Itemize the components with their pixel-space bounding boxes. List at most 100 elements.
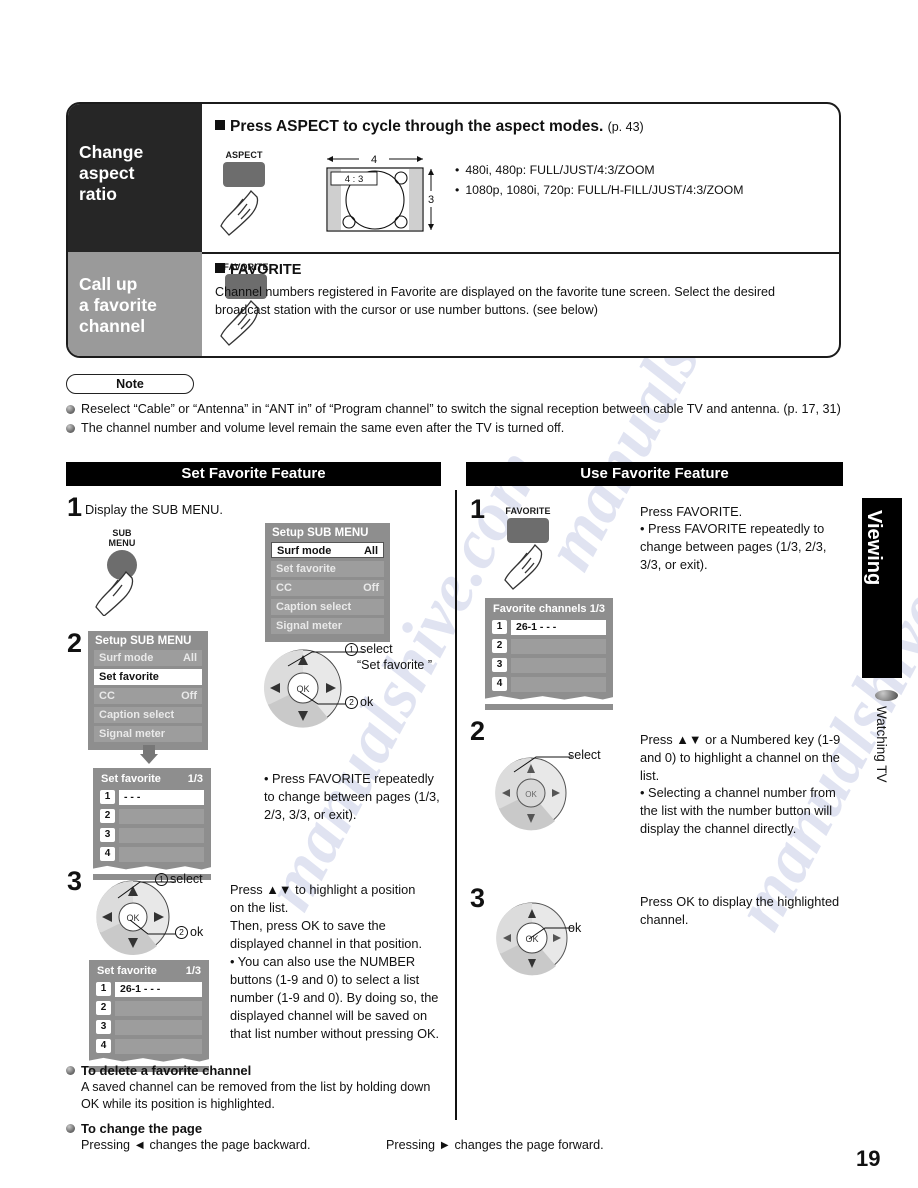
right-step-1-text: Press FAVORITE. (640, 504, 743, 519)
osd-page-indicator: 1/3 (187, 773, 203, 785)
favorite-item-value (115, 1038, 202, 1054)
osd-row-cc[interactable]: CC Off (271, 580, 384, 596)
osd-row-label: Set favorite (99, 671, 159, 683)
side-sub-watching-tv: Watching TV (862, 690, 902, 783)
step2-ok-label: 2 ok (345, 695, 373, 709)
favorite-list-item[interactable]: 1 26-1 - - - (96, 981, 202, 997)
down-arrow-icon (140, 745, 158, 764)
right-step-2-bullet: • Selecting a channel number from the li… (640, 785, 836, 836)
favorite-list-item[interactable]: 3 (96, 1019, 202, 1035)
leader-line-ok (299, 691, 346, 705)
left-step-1-number: 1 (67, 492, 83, 522)
favorite-key-illustration-right: FAVORITE (497, 506, 559, 595)
right-step-2-select-label: select (568, 748, 601, 762)
sub-menu-key-label-line1: SUB (112, 528, 132, 538)
step2-select-sublabel: “Set favorite ” (357, 658, 433, 672)
step2-select-label: 1 select (345, 642, 393, 656)
favorite-item-value (511, 638, 606, 654)
osd-row-value: All (363, 545, 378, 557)
osd-row-label: CC (276, 582, 292, 594)
favorite-item-number: 4 (96, 1039, 111, 1053)
osd-title-text: Setup SUB MENU (272, 527, 369, 539)
osd-row-caption-select[interactable]: Caption select (271, 599, 384, 615)
left-step-2-number: 2 (67, 628, 83, 658)
right-step-1-number: 1 (470, 494, 486, 524)
favorite-list-item[interactable]: 1 26-1 - - - (492, 619, 606, 635)
osd-row-cc[interactable]: CC Off (94, 688, 202, 704)
favorite-label-line3: channel (79, 316, 146, 336)
pointing-hand-icon (95, 570, 134, 616)
favorite-item-number: 2 (96, 1001, 111, 1015)
change-page-forward: Pressing ► changes the page forward. (386, 1138, 604, 1152)
osd-row-label: Caption select (276, 601, 352, 613)
left-step-3-line4: displayed channel in that position. (230, 936, 423, 951)
note-item-text: Reselect “Cable” or “Antenna” in “ANT in… (81, 402, 841, 416)
osd-row-signal-meter[interactable]: Signal meter (271, 618, 384, 634)
osd-row-surf-mode[interactable]: Surf mode All (94, 650, 202, 666)
favorite-item-number: 3 (96, 1020, 111, 1034)
side-sub-label: Watching TV (874, 706, 889, 783)
favorite-list-item[interactable]: 4 (96, 1038, 202, 1054)
aspect-label-line2: aspect (79, 163, 135, 183)
osd-title: Set favorite 1/3 (89, 960, 209, 981)
osd-row-label: Surf mode (277, 545, 332, 557)
osd-row-set-favorite[interactable]: Set favorite (94, 669, 202, 685)
delete-favorite-body: A saved channel can be removed from the … (81, 1080, 431, 1111)
favorite-item-value: 26-1 - - - (115, 981, 202, 997)
sub-menu-key-label-line2: MENU (108, 538, 136, 548)
osd-title-text: Set favorite (97, 965, 157, 977)
osd-title: Set favorite 1/3 (93, 768, 211, 789)
favorite-list-item[interactable]: 1 - - - (100, 789, 204, 805)
osd-title-text: Favorite channels (493, 603, 587, 615)
pointing-hand-icon (504, 543, 543, 590)
osd-row-label: CC (99, 690, 115, 702)
favorite-list-item[interactable]: 3 (100, 827, 204, 843)
aspect-modes-list: 480i, 480p: FULL/JUST/4:3/ZOOM 1080p, 10… (455, 160, 744, 200)
svg-text:4: 4 (371, 154, 377, 166)
delete-favorite-heading: To delete a favorite channel (66, 1062, 446, 1079)
left-step-3-line3: Then, press OK to save the (230, 918, 386, 933)
favorite-list-item[interactable]: 4 (100, 846, 204, 862)
osd-favorite-channels: Favorite channels 1/3 1 26-1 - - - 2 3 4 (485, 598, 613, 710)
favorite-item-number: 1 (100, 790, 115, 804)
select-text: select (170, 872, 203, 886)
aspect-mode-item: 480i, 480p: FULL/JUST/4:3/ZOOM (455, 160, 744, 180)
delete-favorite-section: To delete a favorite channel A saved cha… (66, 1062, 446, 1113)
left-step-3-line2: on the list. (230, 900, 289, 915)
aspect-key-label: ASPECT (225, 150, 263, 160)
favorite-item-value (115, 1019, 202, 1035)
aspect-label: Change aspect ratio (79, 142, 143, 205)
bullet-dot-icon (875, 690, 898, 701)
right-step-3-number: 3 (470, 883, 486, 913)
step-order-1: 1 (345, 643, 358, 656)
favorite-list-item[interactable]: 2 (100, 808, 204, 824)
osd-row-signal-meter[interactable]: Signal meter (94, 726, 202, 742)
set-favorite-header: Set Favorite Feature (66, 462, 441, 486)
feature-box-labels: Change aspect ratio Call up a favorite c… (68, 104, 202, 356)
favorite-item-value (511, 657, 606, 673)
right-step-1-bullet: • Press FAVORITE repeatedly to change be… (640, 521, 827, 572)
favorite-label-line2: a favorite (79, 295, 157, 315)
favorite-list-item[interactable]: 2 (492, 638, 606, 654)
osd-title: Setup SUB MENU (265, 523, 390, 542)
favorite-item-number: 4 (100, 847, 115, 861)
change-page-heading-text: To change the page (81, 1121, 203, 1136)
osd-row-caption-select[interactable]: Caption select (94, 707, 202, 723)
osd-row-surf-mode[interactable]: Surf mode All (271, 542, 384, 558)
favorite-body-text: Channel numbers registered in Favorite a… (215, 285, 776, 317)
favorite-item-number: 1 (492, 620, 507, 634)
right-step-3-text: Press OK to display the highlighted chan… (640, 894, 840, 927)
favorite-list-item[interactable]: 3 (492, 657, 606, 673)
left-step-1-text: Display the SUB MENU. (85, 502, 223, 517)
favorite-item-number: 1 (96, 982, 111, 996)
feature-box-divider (202, 252, 839, 254)
change-page-backward: Pressing ◄ changes the page backward. (81, 1138, 311, 1152)
osd-row-value: Off (181, 690, 197, 702)
leader-line-ok (129, 919, 176, 935)
osd-row-label: Set favorite (276, 563, 336, 575)
favorite-key-label: FAVORITE (505, 506, 551, 516)
favorite-list-item[interactable]: 4 (492, 676, 606, 692)
favorite-list-item[interactable]: 2 (96, 1000, 202, 1016)
osd-row-set-favorite[interactable]: Set favorite (271, 561, 384, 577)
left-step-3-line1: Press ▲▼ to highlight a position (230, 882, 416, 897)
